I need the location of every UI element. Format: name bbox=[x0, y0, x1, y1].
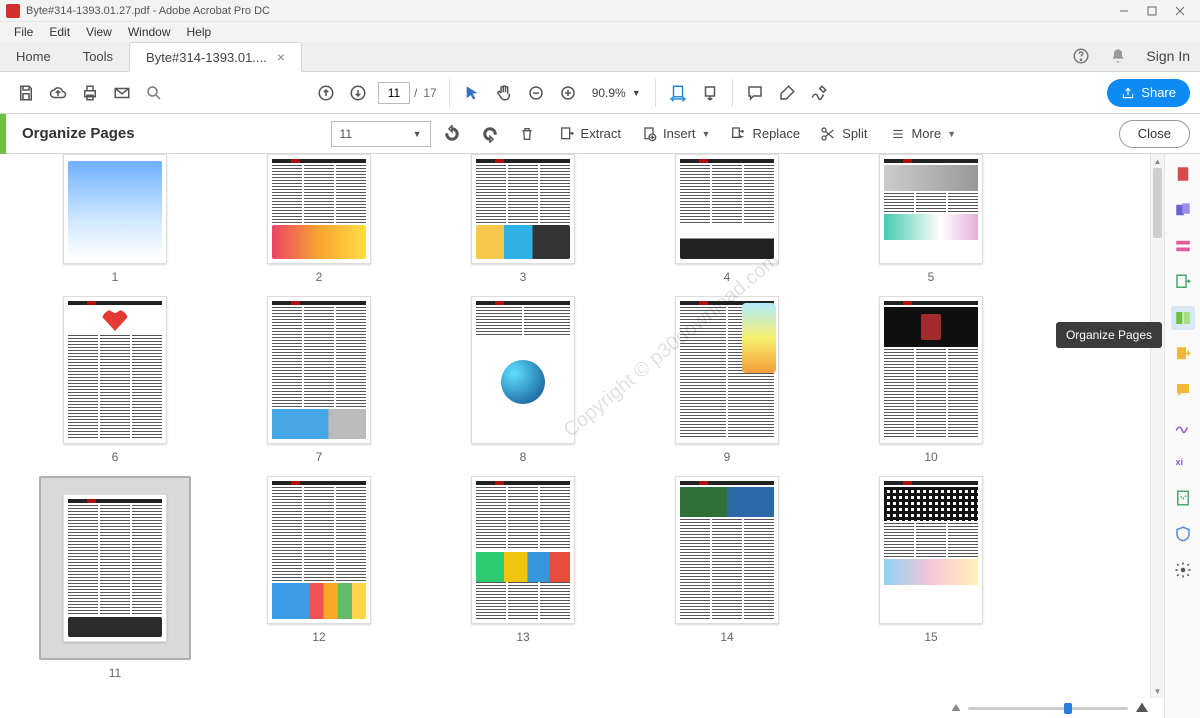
thumbnail-zoom-slider[interactable] bbox=[950, 698, 1150, 718]
scroll-down-icon[interactable]: ▼ bbox=[1151, 684, 1164, 698]
help-icon[interactable] bbox=[1062, 41, 1100, 71]
app-tabs: Home Tools Byte#314-1393.01.... × Sign I… bbox=[0, 42, 1200, 72]
zoom-in-icon[interactable] bbox=[552, 77, 584, 109]
page-total: 17 bbox=[417, 86, 442, 100]
page-up-icon[interactable] bbox=[310, 77, 342, 109]
comment-icon[interactable] bbox=[739, 77, 771, 109]
sign-in-link[interactable]: Sign In bbox=[1136, 41, 1200, 71]
svg-text:xi: xi bbox=[1175, 457, 1183, 467]
save-icon[interactable] bbox=[10, 77, 42, 109]
insert-button[interactable]: Insert▼ bbox=[633, 119, 718, 149]
more-tools-icon[interactable] bbox=[1171, 558, 1195, 582]
minimize-button[interactable] bbox=[1110, 2, 1138, 20]
page-thumbnail[interactable]: 12 bbox=[244, 476, 394, 680]
fill-sign-icon[interactable] bbox=[1171, 414, 1195, 438]
tab-tools[interactable]: Tools bbox=[67, 41, 129, 71]
small-thumb-icon bbox=[950, 702, 962, 714]
rotate-left-button[interactable] bbox=[435, 119, 469, 149]
zoom-level-dropdown[interactable]: 90.9%▼ bbox=[584, 82, 649, 104]
split-button[interactable]: Split bbox=[812, 119, 875, 149]
page-thumbnail[interactable]: 14 bbox=[652, 476, 802, 680]
page-thumbnail[interactable]: 1 bbox=[40, 154, 190, 284]
page-thumbnail[interactable]: 2 bbox=[244, 154, 394, 284]
organize-pages-icon[interactable] bbox=[1171, 306, 1195, 330]
page-thumbnail[interactable]: 9 bbox=[652, 296, 802, 464]
app-icon bbox=[6, 4, 20, 18]
page-thumbnail[interactable]: 13 bbox=[448, 476, 598, 680]
page-select-dropdown[interactable]: 11▼ bbox=[331, 121, 431, 147]
page-thumbnail[interactable]: 10 bbox=[856, 296, 1006, 464]
tab-file-label: Byte#314-1393.01.... bbox=[146, 50, 267, 65]
window-titlebar: Byte#314-1393.01.27.pdf - Adobe Acrobat … bbox=[0, 0, 1200, 22]
sign-icon[interactable] bbox=[803, 77, 835, 109]
tab-file[interactable]: Byte#314-1393.01.... × bbox=[129, 42, 302, 72]
page-thumbnail[interactable]: 4 bbox=[652, 154, 802, 284]
tooltip: Organize Pages bbox=[1056, 322, 1162, 348]
replace-button[interactable]: Replace bbox=[722, 119, 808, 149]
organize-toolbar: Organize Pages 11▼ Extract Insert▼ Repla… bbox=[0, 114, 1200, 154]
edit-pdf-icon[interactable] bbox=[1171, 234, 1195, 258]
fit-page-icon[interactable] bbox=[694, 77, 726, 109]
menu-window[interactable]: Window bbox=[120, 23, 179, 41]
menubar: File Edit View Window Help bbox=[0, 22, 1200, 42]
window-title: Byte#314-1393.01.27.pdf - Adobe Acrobat … bbox=[26, 5, 1110, 17]
notifications-icon[interactable] bbox=[1100, 41, 1136, 71]
large-thumb-icon bbox=[1134, 700, 1150, 716]
main-toolbar: / 17 90.9%▼ Share bbox=[0, 72, 1200, 114]
hand-tool-icon[interactable] bbox=[488, 77, 520, 109]
send-for-comments-icon[interactable] bbox=[1171, 342, 1195, 366]
close-button[interactable] bbox=[1166, 2, 1194, 20]
workspace: Copyright © p30download.com 1 2 3 4 5 6 … bbox=[0, 154, 1200, 718]
close-panel-button[interactable]: Close bbox=[1119, 120, 1190, 148]
delete-button[interactable] bbox=[511, 119, 543, 149]
create-pdf-icon[interactable] bbox=[1171, 162, 1195, 186]
optimize-icon[interactable] bbox=[1171, 486, 1195, 510]
panel-title: Organize Pages bbox=[10, 125, 147, 142]
protect-icon[interactable] bbox=[1171, 522, 1195, 546]
export-pdf-icon[interactable] bbox=[1171, 270, 1195, 294]
page-thumbnail[interactable]: 7 bbox=[244, 296, 394, 464]
page-thumbnail[interactable]: 8 bbox=[448, 296, 598, 464]
menu-help[interactable]: Help bbox=[179, 23, 220, 41]
thumbnail-grid[interactable]: 1 2 3 4 5 6 7 8 9 10 11 12 13 14 15 bbox=[0, 154, 1150, 718]
menu-edit[interactable]: Edit bbox=[41, 23, 78, 41]
print-icon[interactable] bbox=[74, 77, 106, 109]
rotate-right-button[interactable] bbox=[473, 119, 507, 149]
select-tool-icon[interactable] bbox=[456, 77, 488, 109]
comment-tool-icon[interactable] bbox=[1171, 378, 1195, 402]
combine-files-icon[interactable] bbox=[1171, 198, 1195, 222]
tab-close-icon[interactable]: × bbox=[277, 49, 285, 65]
highlight-icon[interactable] bbox=[771, 77, 803, 109]
tab-home[interactable]: Home bbox=[0, 41, 67, 71]
page-thumbnail-selected[interactable]: 11 bbox=[40, 476, 190, 680]
page-thumbnail[interactable]: 15 bbox=[856, 476, 1006, 680]
zoom-out-icon[interactable] bbox=[520, 77, 552, 109]
fit-width-icon[interactable] bbox=[662, 77, 694, 109]
right-tool-panel: Organize Pages xi bbox=[1164, 154, 1200, 718]
email-icon[interactable] bbox=[106, 77, 138, 109]
extract-button[interactable]: Extract bbox=[551, 119, 629, 149]
share-button[interactable]: Share bbox=[1107, 79, 1190, 107]
page-thumbnail[interactable]: 6 bbox=[40, 296, 190, 464]
page-down-icon[interactable] bbox=[342, 77, 374, 109]
search-icon[interactable] bbox=[138, 77, 170, 109]
share-label: Share bbox=[1141, 85, 1176, 100]
cloud-upload-icon[interactable] bbox=[42, 77, 74, 109]
more-button[interactable]: More▼ bbox=[883, 119, 964, 149]
maximize-button[interactable] bbox=[1138, 2, 1166, 20]
menu-file[interactable]: File bbox=[6, 23, 41, 41]
thumbnail-area: Copyright © p30download.com 1 2 3 4 5 6 … bbox=[0, 154, 1164, 718]
page-thumbnail[interactable]: 3 bbox=[448, 154, 598, 284]
zoom-knob[interactable] bbox=[1064, 703, 1072, 714]
menu-view[interactable]: View bbox=[78, 23, 120, 41]
scrollbar-thumb[interactable] bbox=[1153, 168, 1162, 238]
redact-icon[interactable]: xi bbox=[1171, 450, 1195, 474]
accent-bar bbox=[0, 114, 6, 154]
scroll-up-icon[interactable]: ▲ bbox=[1151, 154, 1164, 168]
vertical-scrollbar[interactable]: ▲ ▼ bbox=[1150, 154, 1164, 698]
page-thumbnail[interactable]: 5 bbox=[856, 154, 1006, 284]
page-number-input[interactable] bbox=[378, 82, 410, 104]
